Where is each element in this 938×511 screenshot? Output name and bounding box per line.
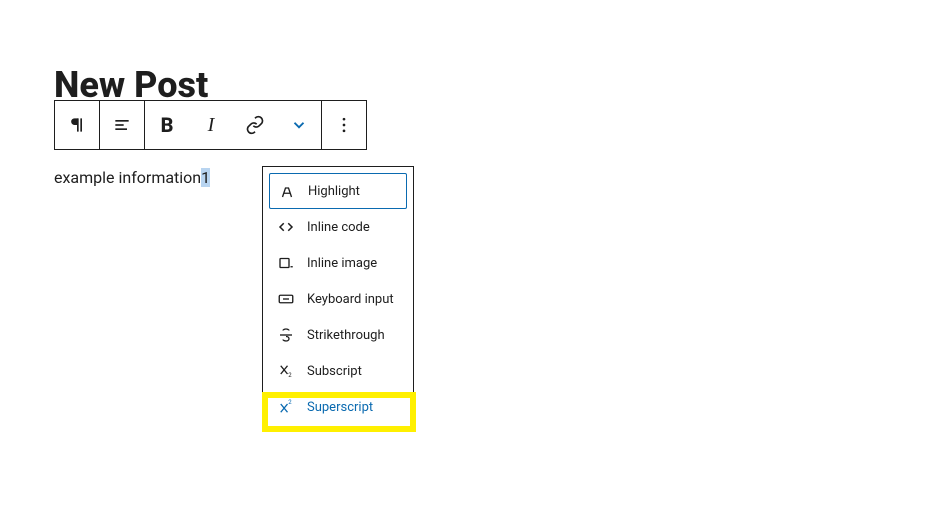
bold-button[interactable]: B — [145, 101, 189, 149]
dropdown-item-inline-image[interactable]: Inline image — [269, 245, 407, 281]
link-icon — [245, 115, 265, 135]
dropdown-item-label: Inline code — [307, 220, 370, 235]
dropdown-item-superscript[interactable]: 2 Superscript — [269, 389, 407, 425]
bold-icon: B — [161, 113, 174, 137]
paragraph-text: example information — [54, 168, 201, 187]
selected-text: 1 — [201, 168, 210, 187]
paragraph-block[interactable]: example information1 — [54, 168, 210, 187]
superscript-icon: 2 — [275, 398, 297, 416]
align-tool-button[interactable] — [100, 101, 144, 149]
dropdown-item-label: Strikethrough — [307, 328, 385, 343]
chevron-down-icon — [290, 116, 308, 134]
pilcrow-icon — [67, 115, 87, 135]
block-toolbar: B I — [54, 100, 367, 150]
options-button[interactable] — [322, 101, 366, 149]
subscript-icon: 2 — [275, 362, 297, 380]
link-button[interactable] — [233, 101, 277, 149]
svg-text:2: 2 — [288, 399, 292, 406]
dropdown-item-highlight[interactable]: Highlight — [269, 173, 407, 209]
dropdown-item-strikethrough[interactable]: Strikethrough — [269, 317, 407, 353]
italic-button[interactable]: I — [189, 101, 233, 149]
paragraph-tool-button[interactable] — [55, 101, 99, 149]
italic-icon: I — [208, 114, 215, 137]
image-icon — [275, 254, 297, 272]
more-vertical-icon — [334, 115, 354, 135]
dropdown-item-label: Subscript — [307, 364, 362, 379]
align-left-icon — [112, 115, 132, 135]
dropdown-item-label: Keyboard input — [307, 292, 394, 307]
dropdown-item-label: Inline image — [307, 256, 377, 271]
strikethrough-icon — [275, 326, 297, 344]
svg-text:2: 2 — [288, 372, 292, 379]
keyboard-icon — [275, 290, 297, 308]
dropdown-item-label: Superscript — [307, 400, 373, 415]
dropdown-item-label: Highlight — [308, 184, 360, 199]
code-icon — [275, 218, 297, 236]
more-formatting-button[interactable] — [277, 101, 321, 149]
dropdown-item-inline-code[interactable]: Inline code — [269, 209, 407, 245]
formatting-dropdown: Highlight Inline code Inline image Keybo… — [262, 166, 414, 432]
dropdown-item-keyboard-input[interactable]: Keyboard input — [269, 281, 407, 317]
dropdown-item-subscript[interactable]: 2 Subscript — [269, 353, 407, 389]
highlight-icon — [276, 182, 298, 200]
